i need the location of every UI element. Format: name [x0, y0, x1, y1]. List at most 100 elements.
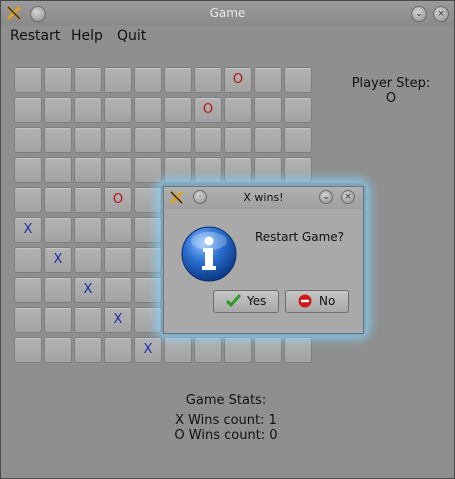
board-cell[interactable]: [284, 97, 312, 123]
dialog-title: X wins!: [243, 191, 284, 204]
board-cell[interactable]: O: [194, 97, 222, 123]
win-dialog: · X wins! ⌄ × Restart Game? Yes No: [163, 186, 364, 334]
board-cell[interactable]: O: [224, 67, 252, 93]
no-entry-icon: [298, 294, 312, 308]
yes-button-label: Yes: [247, 294, 267, 308]
checkmark-icon: [226, 294, 241, 307]
board-cell[interactable]: [44, 217, 72, 243]
board-cell[interactable]: X: [74, 277, 102, 303]
board-cell[interactable]: [104, 157, 132, 183]
board-cell[interactable]: [224, 337, 252, 363]
board-cell[interactable]: [194, 337, 222, 363]
board-cell[interactable]: [164, 337, 192, 363]
board-cell[interactable]: [74, 67, 102, 93]
board-cell[interactable]: [164, 97, 192, 123]
board-cell[interactable]: [254, 67, 282, 93]
board-cell[interactable]: [224, 97, 252, 123]
board-cell[interactable]: [44, 337, 72, 363]
board-cell[interactable]: [194, 127, 222, 153]
menu-restart[interactable]: Restart: [10, 28, 60, 44]
board-cell[interactable]: [74, 127, 102, 153]
board-cell[interactable]: [14, 247, 42, 273]
board-cell[interactable]: [44, 157, 72, 183]
board-cell[interactable]: [44, 97, 72, 123]
info-icon: [181, 226, 237, 282]
board-cell[interactable]: [194, 157, 222, 183]
close-icon[interactable]: ×: [433, 6, 449, 22]
board-cell[interactable]: O: [104, 187, 132, 213]
board-cell[interactable]: X: [44, 247, 72, 273]
board-cell[interactable]: [44, 127, 72, 153]
board-cell[interactable]: [74, 337, 102, 363]
menu-help[interactable]: Help: [71, 28, 103, 44]
board-cell[interactable]: [74, 247, 102, 273]
board-cell[interactable]: [134, 187, 162, 213]
board-cell[interactable]: [284, 337, 312, 363]
board-cell[interactable]: [134, 127, 162, 153]
board-cell[interactable]: X: [104, 307, 132, 333]
board-cell[interactable]: [134, 97, 162, 123]
title-bar[interactable]: Game ⌄ ×: [1, 1, 454, 25]
board-cell[interactable]: [284, 67, 312, 93]
yes-button[interactable]: Yes: [213, 290, 279, 313]
dialog-message: Restart Game?: [255, 230, 345, 244]
board-cell[interactable]: [254, 337, 282, 363]
menu-bar: Restart Help Quit: [1, 25, 454, 47]
board-cell[interactable]: [14, 157, 42, 183]
board-cell[interactable]: [254, 97, 282, 123]
minimize-icon[interactable]: ⌄: [411, 6, 427, 22]
board-cell[interactable]: [164, 67, 192, 93]
board-cell[interactable]: [104, 337, 132, 363]
board-cell[interactable]: [284, 127, 312, 153]
window-title: Game: [209, 6, 246, 20]
no-button-label: No: [319, 294, 336, 308]
board-cell[interactable]: [134, 247, 162, 273]
board-cell[interactable]: [284, 157, 312, 183]
board-cell[interactable]: [14, 97, 42, 123]
stats-title: Game Stats:: [185, 393, 267, 408]
board-cell[interactable]: [44, 307, 72, 333]
board-cell[interactable]: [44, 187, 72, 213]
board-cell[interactable]: [194, 67, 222, 93]
player-step-value: O: [385, 91, 397, 106]
board-cell[interactable]: [44, 277, 72, 303]
player-step-label: Player Step:: [351, 76, 431, 91]
board-cell[interactable]: X: [134, 337, 162, 363]
board-cell[interactable]: [134, 217, 162, 243]
board-cell[interactable]: [104, 217, 132, 243]
board-cell[interactable]: X: [14, 217, 42, 243]
dialog-title-bar[interactable]: · X wins! ⌄ ×: [164, 187, 363, 209]
board-cell[interactable]: [14, 337, 42, 363]
board-cell[interactable]: [74, 187, 102, 213]
board-cell[interactable]: [134, 67, 162, 93]
x-wins-count: X Wins count: 1: [175, 413, 277, 428]
board-cell[interactable]: [14, 307, 42, 333]
board-cell[interactable]: [74, 307, 102, 333]
menu-quit[interactable]: Quit: [117, 28, 146, 44]
no-button[interactable]: No: [285, 290, 349, 313]
board-cell[interactable]: [254, 127, 282, 153]
board-cell[interactable]: [254, 157, 282, 183]
board-cell[interactable]: [104, 67, 132, 93]
board-cell[interactable]: [104, 127, 132, 153]
board-cell[interactable]: [164, 127, 192, 153]
dialog-minimize-icon[interactable]: ⌄: [319, 190, 333, 204]
board-cell[interactable]: [224, 157, 252, 183]
board-cell[interactable]: [14, 127, 42, 153]
board-cell[interactable]: [14, 277, 42, 303]
board-cell[interactable]: [104, 247, 132, 273]
board-cell[interactable]: [134, 307, 162, 333]
board-cell[interactable]: [164, 157, 192, 183]
dialog-close-icon[interactable]: ×: [341, 190, 355, 204]
board-cell[interactable]: [74, 157, 102, 183]
board-cell[interactable]: [104, 277, 132, 303]
board-cell[interactable]: [134, 157, 162, 183]
board-cell[interactable]: [224, 127, 252, 153]
board-cell[interactable]: [14, 187, 42, 213]
board-cell[interactable]: [74, 217, 102, 243]
board-cell[interactable]: [44, 67, 72, 93]
board-cell[interactable]: [74, 97, 102, 123]
board-cell[interactable]: [14, 67, 42, 93]
board-cell[interactable]: [104, 97, 132, 123]
board-cell[interactable]: [134, 277, 162, 303]
